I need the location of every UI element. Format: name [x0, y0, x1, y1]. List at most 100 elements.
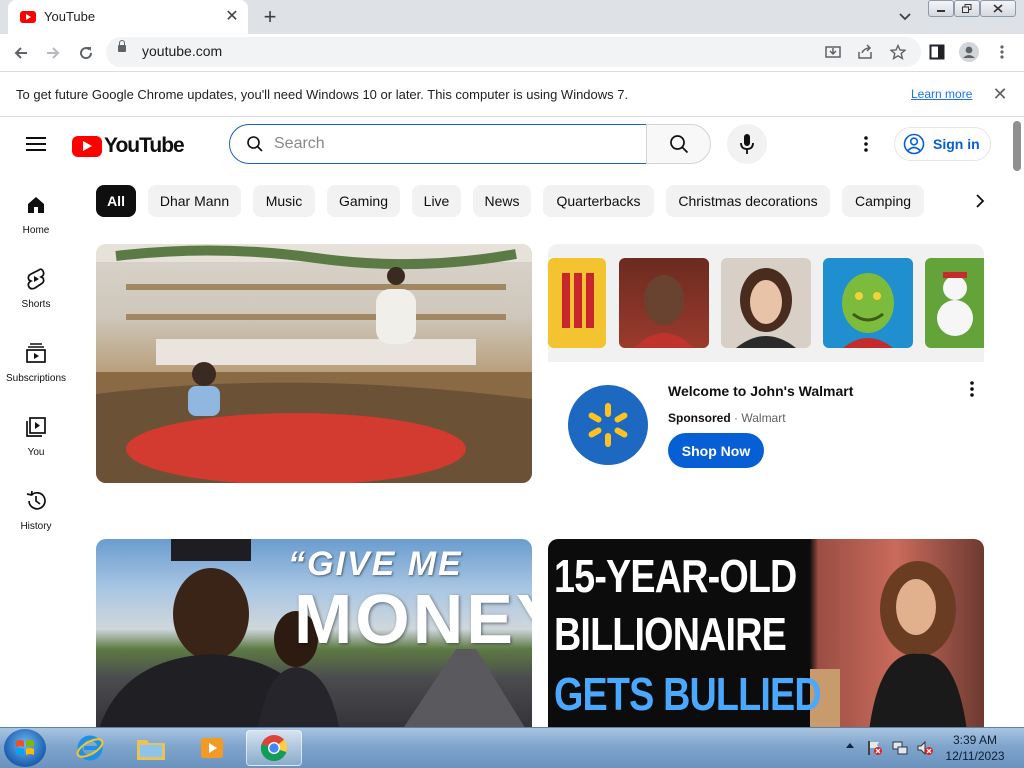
video-thumbnail-3[interactable]: 15-YEAR-OLD BILLIONAIRE GETS BULLIED: [548, 539, 984, 727]
taskbar-clock[interactable]: 3:39 AM 12/11/2023: [940, 732, 1010, 764]
forward-button[interactable]: [42, 42, 64, 64]
tab-search-chevron-icon[interactable]: [896, 8, 914, 26]
youtube-logo[interactable]: YouTube: [72, 134, 185, 158]
microphone-icon: [740, 134, 754, 154]
infobar-message: To get future Google Chrome updates, you…: [16, 87, 629, 102]
ad-tile-grinch: [823, 258, 913, 348]
settings-more-icon[interactable]: [854, 132, 878, 156]
forward-arrow-icon: [47, 47, 60, 59]
internet-explorer-icon: [76, 735, 104, 761]
sidebar-item-history[interactable]: History: [0, 489, 72, 559]
bookmark-star-icon[interactable]: [888, 42, 908, 62]
sign-in-button[interactable]: Sign in: [894, 127, 991, 161]
chrome-icon: [260, 735, 287, 762]
voice-search-button[interactable]: [727, 124, 767, 164]
chip-live[interactable]: Live: [412, 185, 461, 217]
start-button[interactable]: [4, 729, 46, 767]
kitchen-scene-image: [96, 244, 532, 483]
taskbar-internet-explorer[interactable]: [62, 730, 118, 766]
chips-next-chevron-icon[interactable]: [966, 185, 994, 217]
chip-gaming[interactable]: Gaming: [327, 185, 400, 217]
subscriptions-icon: [24, 341, 48, 365]
taskbar-chrome[interactable]: [246, 730, 302, 766]
address-bar[interactable]: [106, 37, 921, 67]
window-restore-button[interactable]: [954, 0, 980, 17]
walmart-logo-icon[interactable]: [568, 385, 648, 465]
you-library-icon: [24, 415, 48, 439]
video3-overlay-line3: GETS BULLIED: [554, 668, 822, 720]
chip-music[interactable]: Music: [253, 185, 315, 217]
sidebar-item-shorts[interactable]: Shorts: [0, 267, 72, 337]
ad-more-options-icon[interactable]: [962, 379, 982, 399]
new-tab-button[interactable]: +: [258, 4, 282, 29]
ad-separator: ·: [730, 411, 742, 425]
home-icon: [24, 193, 48, 217]
ad-tile-spatulas: [548, 258, 606, 348]
learn-more-link[interactable]: Learn more: [911, 87, 972, 101]
account-circle-icon: [903, 133, 925, 155]
install-app-icon[interactable]: [823, 42, 843, 62]
youtube-logo-text: YouTube: [104, 134, 185, 157]
ad-meta: Sponsored · Walmart: [668, 411, 786, 425]
chrome-menu-icon[interactable]: [992, 42, 1012, 62]
action-center-flag-icon[interactable]: [866, 740, 882, 756]
share-icon[interactable]: [855, 42, 875, 62]
chip-dhar-mann[interactable]: Dhar Mann: [148, 185, 241, 217]
ad-product-strip[interactable]: [548, 244, 984, 362]
chip-christmas-decorations[interactable]: Christmas decorations: [666, 185, 830, 217]
clock-date: 12/11/2023: [945, 749, 1005, 763]
sidebar-label-history: History: [20, 521, 52, 532]
youtube-page: YouTube Sign in Home Shorts Subscription…: [0, 117, 1024, 727]
window-close-button[interactable]: [980, 0, 1016, 17]
shorts-icon: [24, 267, 48, 291]
search-icon: [669, 135, 688, 154]
taskbar-file-explorer[interactable]: [123, 730, 179, 766]
sidebar-label-home: Home: [22, 225, 50, 236]
window-minimize-button[interactable]: [928, 0, 954, 17]
tab-title: YouTube: [44, 9, 96, 24]
sidebar-item-home[interactable]: Home: [0, 193, 72, 263]
chip-news[interactable]: News: [473, 185, 531, 217]
taskbar-media-player[interactable]: [184, 730, 240, 766]
chip-all[interactable]: All: [96, 185, 136, 217]
scrollbar-thumb[interactable]: [1013, 121, 1021, 171]
ad-tile-snowman: [925, 258, 984, 348]
infobar-close-button[interactable]: ✕: [990, 84, 1010, 104]
video-thumbnail-2[interactable]: “GIVE ME MONEY”: [96, 539, 532, 727]
video3-overlay-line2: BILLIONAIRE: [554, 608, 787, 660]
profile-avatar-icon[interactable]: [959, 42, 979, 62]
sidebar-label-you: You: [27, 447, 45, 458]
sidebar-label-shorts: Shorts: [21, 299, 51, 310]
clock-time: 3:39 AM: [952, 733, 998, 747]
update-infobar: To get future Google Chrome updates, you…: [0, 71, 1024, 117]
volume-muted-icon[interactable]: [917, 740, 933, 756]
video-thumbnail-1[interactable]: [96, 244, 532, 483]
side-panel-icon[interactable]: [927, 42, 947, 62]
sidebar-item-subscriptions[interactable]: Subscriptions: [0, 341, 72, 411]
lock-icon[interactable]: [118, 40, 126, 52]
hamburger-menu-icon[interactable]: [26, 136, 46, 152]
tab-close-button[interactable]: ✕: [222, 6, 242, 26]
url-text[interactable]: youtube.com: [142, 43, 222, 59]
sidebar-item-you[interactable]: You: [0, 415, 72, 485]
ad-tile-woman-portrait: [721, 258, 811, 348]
search-button[interactable]: [646, 124, 711, 164]
windows-logo-icon: [16, 740, 34, 755]
chip-camping[interactable]: Camping: [842, 185, 924, 217]
chip-quarterbacks[interactable]: Quarterbacks: [543, 185, 654, 217]
network-icon[interactable]: [892, 740, 908, 756]
sign-in-label: Sign in: [933, 136, 980, 152]
tray-overflow-icon[interactable]: [845, 741, 855, 752]
video2-overlay-line2: MONEY”: [294, 580, 532, 658]
shop-now-button[interactable]: Shop Now: [668, 433, 764, 468]
ad-sponsored-label: Sponsored: [668, 411, 731, 425]
search-box[interactable]: [229, 124, 647, 164]
page-scrollbar[interactable]: [1010, 117, 1024, 727]
browser-tab-youtube[interactable]: YouTube ✕: [8, 0, 248, 34]
windows-taskbar: 3:39 AM 12/11/2023: [0, 727, 1024, 768]
search-input[interactable]: [274, 131, 634, 157]
back-button[interactable]: [10, 42, 32, 64]
reload-button[interactable]: [75, 42, 97, 64]
tab-strip: YouTube ✕ +: [0, 0, 1024, 34]
ad-title[interactable]: Welcome to John's Walmart: [668, 383, 853, 399]
